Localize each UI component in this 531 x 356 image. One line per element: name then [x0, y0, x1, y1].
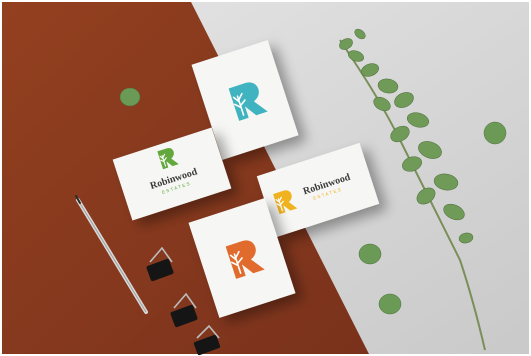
mockup-scene: Robinwood ESTATES Robinwood ESTATES: [0, 0, 531, 356]
mockup-photo: Robinwood ESTATES Robinwood ESTATES: [0, 0, 531, 356]
